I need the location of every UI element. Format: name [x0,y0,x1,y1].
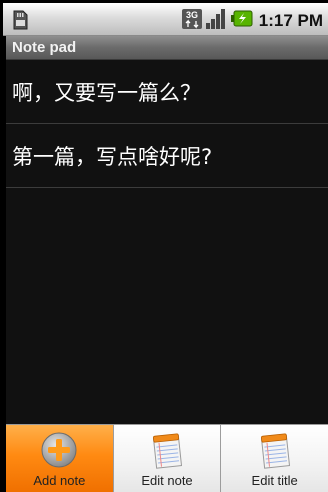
plus-icon [39,430,79,470]
clock: 1:17 PM [258,11,323,30]
list-item[interactable]: 啊，又要写一篇么？ [6,60,328,124]
app-title: Note pad [12,39,77,56]
notepad-icon [147,430,187,470]
add-note-button[interactable]: Add note [6,425,113,492]
notes-list: 啊，又要写一篇么？ 第一篇，写点啥好呢? [6,60,328,424]
edit-note-label: Edit note [141,473,193,488]
signal-icon [205,9,227,33]
app-title-bar: Note pad [6,36,328,60]
list-item[interactable]: 第一篇，写点啥好呢? [6,124,328,188]
options-menu: Add note Edit note Edit title [6,424,328,492]
device-frame: 3G 1:17 PM Note pad 啊，又要写一篇么？ 第一篇，写点啥好呢?… [0,0,328,492]
edit-note-button[interactable]: Edit note [112,425,221,492]
note-title: 啊，又要写一篇么？ [12,80,201,105]
edit-title-button[interactable]: Edit title [220,425,328,492]
status-bar: 3G 1:17 PM [3,3,328,36]
sd-card-icon [13,10,28,34]
add-note-label: Add note [33,473,86,488]
3g-icon: 3G [181,9,202,33]
edit-title-label: Edit title [251,473,298,488]
network-type-label: 3G [186,10,198,20]
note-title: 第一篇，写点啥好呢? [12,144,213,169]
battery-charging-icon [230,10,253,32]
notepad-icon [255,430,295,470]
